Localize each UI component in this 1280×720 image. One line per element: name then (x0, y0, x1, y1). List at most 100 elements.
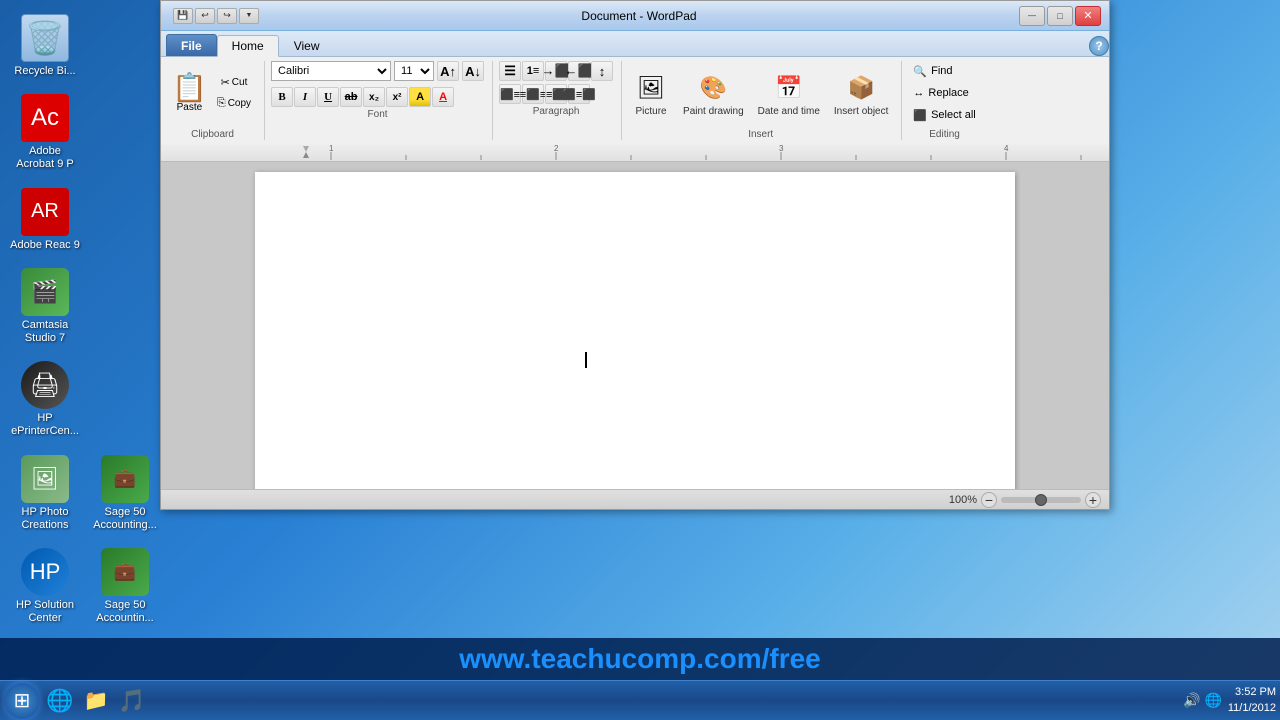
desktop-icon-sage50-2[interactable]: 💼 Sage 50 Accountin... (85, 544, 165, 629)
website-banner: www.teachucomp.com/free (0, 638, 1280, 680)
ribbon-content: 📋 Paste ✂ Cut ⎘ Copy Clipboard (161, 57, 1109, 142)
date-time-button[interactable]: 📅 Date and time (753, 67, 825, 120)
desktop-icon-hp-photo[interactable]: 🖼 HP Photo Creations (5, 451, 85, 536)
paragraph-group: ☰ 1≡ →⬛ ←⬛ ↕ ⬛≡ ≡⬛≡ ≡⬛ ⬛≡⬛ Paragraph (495, 61, 622, 140)
justify-button[interactable]: ⬛≡⬛ (568, 84, 590, 104)
superscript-button[interactable]: x² (386, 87, 408, 107)
shrink-font-button[interactable]: A↓ (462, 61, 484, 81)
close-button[interactable]: ✕ (1075, 6, 1101, 26)
media-taskbar-icon[interactable]: 🎵 (116, 685, 148, 717)
paste-button[interactable]: 📋 Paste (169, 71, 210, 116)
ie-taskbar-icon[interactable]: 🌐 (44, 685, 76, 717)
font-size-select[interactable]: 11 (394, 61, 434, 81)
taskbar-notification-area: 🔊 🌐 (1183, 692, 1222, 709)
align-center-button[interactable]: ≡⬛≡ (522, 84, 544, 104)
picture-icon: 🖼 (633, 70, 669, 106)
editing-group-label: Editing (929, 129, 960, 140)
close-icon: ✕ (1083, 9, 1092, 22)
paste-label: Paste (177, 102, 203, 113)
insert-group-content: 🖼 Picture 🎨 Paint drawing 📅 Date and tim… (628, 61, 893, 127)
font-color-button[interactable]: A (432, 87, 454, 107)
paste-icon: 📋 (172, 74, 207, 102)
select-all-icon: ⬛ (913, 109, 927, 122)
sound-icon: 🔊 (1183, 692, 1200, 709)
minimize-icon: — (1028, 11, 1036, 20)
ruler: 1 2 3 4 (161, 142, 1109, 162)
strikethrough-button[interactable]: ab (340, 87, 362, 107)
document-page[interactable] (255, 172, 1015, 489)
window-controls: — □ ✕ (1019, 6, 1101, 26)
align-left-button[interactable]: ⬛≡ (499, 84, 521, 104)
customize-quick-btn[interactable]: ▼ (239, 8, 259, 24)
copy-icon: ⎘ (217, 97, 226, 110)
redo-quick-btn[interactable]: ↪ (217, 8, 237, 24)
picture-button[interactable]: 🖼 Picture (628, 67, 674, 120)
select-all-button[interactable]: ⬛ Select all (908, 105, 980, 125)
wordpad-window: 💾 ↩ ↪ ▼ Document - WordPad — □ ✕ File Ho… (160, 0, 1110, 510)
subscript-button[interactable]: x₂ (363, 87, 385, 107)
italic-button[interactable]: I (294, 87, 316, 107)
cut-icon: ✂ (221, 76, 230, 89)
list-row: ☰ 1≡ →⬛ ←⬛ ↕ (499, 61, 613, 81)
zoom-slider-thumb (1035, 494, 1047, 506)
taskbar: ⊞ 🌐 📁 🎵 🔊 🌐 3:52 PM 11/1/2012 (0, 680, 1280, 720)
maximize-icon: □ (1057, 11, 1062, 21)
document-area[interactable] (161, 162, 1109, 489)
find-label: Find (931, 65, 952, 77)
help-button[interactable]: ? (1089, 36, 1109, 56)
adobe-acrobat-label: Adobe Acrobat 9 P (9, 145, 81, 171)
desktop-icon-hp-eprinter[interactable]: 🖨 HP ePrinterCen... (5, 357, 85, 442)
desktop-icon-adobe-reader[interactable]: AR Adobe Reac 9 (5, 184, 85, 256)
tab-file[interactable]: File (166, 34, 217, 56)
sage50-1-icon: 💼 (101, 455, 149, 503)
align-row: ⬛≡ ≡⬛≡ ≡⬛ ⬛≡⬛ (499, 84, 613, 104)
replace-icon: ↔ (913, 87, 924, 99)
website-url: www.teachucomp.com/free (459, 643, 821, 675)
font-group-label: Font (368, 109, 388, 120)
tab-home[interactable]: Home (217, 35, 279, 57)
grow-font-button[interactable]: A↑ (437, 61, 459, 81)
desktop-icon-adobe-acrobat[interactable]: Ac Adobe Acrobat 9 P (5, 90, 85, 175)
taskbar-clock: 3:52 PM 11/1/2012 (1228, 685, 1276, 716)
sage50-2-icon: 💼 (101, 548, 149, 596)
clipboard-group-content: 📋 Paste ✂ Cut ⎘ Copy (169, 61, 256, 127)
desktop-icon-recycle-bin[interactable]: 🗑️ Recycle Bi... (5, 10, 85, 82)
insert-object-label: Insert object (834, 106, 888, 117)
desktop-icon-sage50-1[interactable]: 💼 Sage 50 Accounting... (85, 451, 165, 536)
start-button[interactable]: ⊞ (4, 683, 40, 719)
camtasia-icon: 🎬 (21, 268, 69, 316)
desktop-icon-camtasia[interactable]: 🎬 Camtasia Studio 7 (5, 264, 85, 349)
zoom-percent: 100% (949, 494, 977, 506)
tab-view[interactable]: View (279, 34, 335, 56)
zoom-slider[interactable] (1001, 497, 1081, 503)
adobe-acrobat-icon: Ac (21, 94, 69, 142)
cut-button[interactable]: ✂ Cut (212, 73, 256, 93)
zoom-in-button[interactable]: + (1085, 492, 1101, 508)
line-spacing-button[interactable]: ↕ (591, 61, 613, 81)
adobe-reader-icon: AR (21, 188, 69, 236)
font-family-row: Calibri 11 A↑ A↓ (271, 61, 484, 81)
minimize-button[interactable]: — (1019, 6, 1045, 26)
hp-photo-label: HP Photo Creations (9, 506, 81, 532)
save-quick-btn[interactable]: 💾 (173, 8, 193, 24)
undo-quick-btn[interactable]: ↩ (195, 8, 215, 24)
bullets-button[interactable]: ☰ (499, 61, 521, 81)
underline-button[interactable]: U (317, 87, 339, 107)
copy-button[interactable]: ⎘ Copy (212, 94, 256, 114)
explorer-taskbar-icon[interactable]: 📁 (80, 685, 112, 717)
paint-drawing-button[interactable]: 🎨 Paint drawing (678, 67, 749, 120)
insert-object-button[interactable]: 📦 Insert object (829, 67, 893, 120)
maximize-button[interactable]: □ (1047, 6, 1073, 26)
cut-copy-col: ✂ Cut ⎘ Copy (212, 73, 256, 114)
font-family-select[interactable]: Calibri (271, 61, 391, 81)
desktop-icon-hp-solution[interactable]: HP HP Solution Center (5, 544, 85, 629)
hp-solution-label: HP Solution Center (9, 599, 81, 625)
highlight-button[interactable]: A (409, 87, 431, 107)
outdent-button[interactable]: ←⬛ (568, 61, 590, 81)
replace-button[interactable]: ↔ Replace (908, 83, 980, 103)
bold-button[interactable]: B (271, 87, 293, 107)
insert-group: 🖼 Picture 🎨 Paint drawing 📅 Date and tim… (624, 61, 902, 140)
find-button[interactable]: 🔍 Find (908, 61, 980, 81)
zoom-out-button[interactable]: − (981, 492, 997, 508)
editing-group: 🔍 Find ↔ Replace ⬛ Select all Editing (904, 61, 988, 140)
